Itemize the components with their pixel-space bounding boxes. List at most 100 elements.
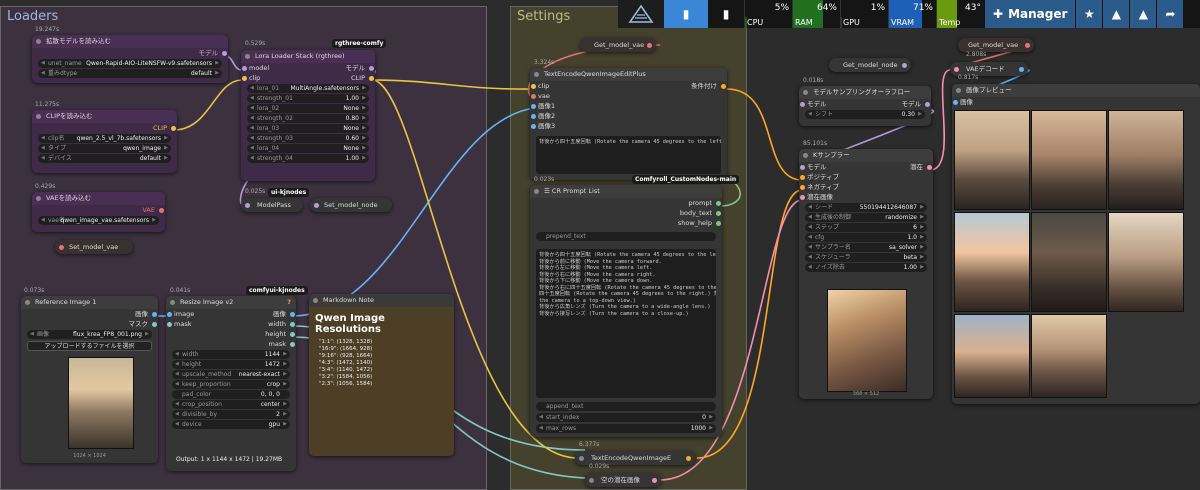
preview-header[interactable]: 画像プレビュー — [952, 84, 1200, 97]
get-model-node[interactable]: Get_model_node — [829, 58, 911, 72]
preview-thumb-2[interactable] — [1031, 110, 1107, 210]
lora-model-in[interactable] — [242, 66, 247, 71]
unet-name-widget[interactable]: ◀ unet_name Qwen-Rapid-AIO-LiteNSFW-v9.saf… — [38, 59, 222, 68]
height-widget[interactable]: ◀ height 1472 ▶ — [172, 360, 290, 369]
get-model-vae-node[interactable]: Get_model_vae — [580, 38, 656, 52]
tenc-header[interactable]: TextEncodeQwenImageEditPlus — [530, 68, 727, 81]
text-encode-node[interactable]: TextEncodeQwenImageEditPlus clip 条件付け vae… — [530, 68, 727, 180]
help-icon[interactable]: ? — [287, 296, 291, 309]
strength-01-widget[interactable]: ◀ strength_01 1.00 ▶ — [247, 94, 369, 103]
preview-thumb-3[interactable] — [1108, 110, 1184, 210]
lora-01-widget[interactable]: ◀ lora_01 MultiAngle.safetensors ▶ — [247, 84, 369, 93]
forward-button[interactable]: ➦ — [1156, 0, 1184, 28]
strength-03-widget[interactable]: ◀ strength_03 0.60 ▶ — [247, 134, 369, 143]
modelpass-node[interactable]: ModelPass — [241, 198, 303, 212]
keep-proportion-widget[interactable]: ◀ keep_proportion crop ▶ — [172, 380, 290, 389]
preview-thumb-5[interactable] — [1031, 212, 1107, 312]
lora-04-widget[interactable]: ◀ lora_04 None ▶ — [247, 144, 369, 153]
crop-position-widget[interactable]: ◀ crop_position center ▶ — [172, 400, 290, 409]
width-widget[interactable]: ◀ width 1144 ▶ — [172, 350, 290, 359]
image-preview-node[interactable]: 画像プレビュー 画像 — [952, 84, 1200, 404]
vae-output-socket[interactable] — [159, 208, 164, 213]
lora-stack-node[interactable]: Lora Loader Stack (rgthree) model モデル cli… — [241, 50, 375, 181]
sampling-header[interactable]: モデルサンプリングオーラフロー — [799, 86, 931, 99]
prompt-out[interactable] — [716, 201, 721, 206]
lora-03-widget[interactable]: ◀ lora_03 None ▶ — [247, 124, 369, 133]
scheduler-widget[interactable]: ◀ スケジューラ beta ▶ — [805, 253, 927, 262]
unet-output-socket[interactable] — [222, 51, 227, 56]
steps-widget[interactable]: ◀ ステップ 6 ▶ — [805, 223, 927, 232]
strength-04-widget[interactable]: ◀ strength_04 1.00 ▶ — [247, 154, 369, 163]
empty-latent-node[interactable]: 空の潜在画像 — [585, 473, 661, 487]
refimg-mask-out[interactable] — [152, 322, 157, 327]
preview-thumb-1[interactable] — [954, 110, 1030, 210]
unet-header[interactable]: 拡散モデルを読み込む — [32, 35, 228, 48]
prepend-text-field[interactable]: prepend_text — [536, 232, 716, 241]
reference-image-node[interactable]: Reference Image 1 画像 マスク ◀ 画像 flux_krea_FP… — [21, 296, 158, 463]
shift-widget[interactable]: ◀ シフト 0.30 ▶ — [805, 110, 925, 119]
get-model-vae-2-node[interactable]: Get_model_vae — [958, 38, 1034, 52]
vae-name-widget[interactable]: ◀ vae名 qwen_image_vae.safetensors ▶ — [38, 216, 159, 225]
cfg-widget[interactable]: ◀ cfg 1.0 ▶ — [805, 233, 927, 242]
preview-thumb-6[interactable] — [1108, 212, 1184, 312]
start-index-widget[interactable]: ◀ start_index 0 ▶ — [536, 413, 716, 422]
strength-02-widget[interactable]: ◀ strength_02 0.80 ▶ — [247, 114, 369, 123]
device-widget[interactable]: ◀ device gpu ▶ — [172, 420, 290, 429]
preview-thumb-8[interactable] — [1031, 314, 1107, 398]
queue-button[interactable]: ▮ — [664, 0, 708, 28]
tenc-out[interactable] — [721, 84, 726, 89]
refimg-file-widget[interactable]: ◀ 画像 flux_krea_FP8_001.png ▶ — [27, 330, 152, 339]
clip-header[interactable]: CLIPを読み込む — [32, 110, 177, 123]
markdown-header[interactable]: Markdown Note — [309, 294, 454, 307]
resize-image-node[interactable]: Resize Image v2? image 画像 mask width heigh… — [166, 296, 296, 471]
markdown-note-node[interactable]: Markdown Note Qwen Image Resolutions "1:… — [309, 294, 454, 456]
logo-icon[interactable] — [618, 0, 664, 28]
append-text-field[interactable]: append_text — [536, 402, 716, 411]
star-button[interactable]: ★ — [1075, 0, 1103, 28]
lora-model-out[interactable] — [369, 66, 374, 71]
unet-loader-node[interactable]: 拡散モデルを読み込む モデル ◀ unet_name Qwen-Rapid-AIO-… — [32, 35, 228, 83]
set-model-node[interactable]: Set_model_node — [310, 198, 392, 212]
share-alt-button[interactable]: ▲ — [1129, 0, 1157, 28]
max-rows-widget[interactable]: ◀ max_rows 1000 ▶ — [536, 424, 716, 433]
upscale-method-widget[interactable]: ◀ upscale_method nearest-exact ▶ — [172, 370, 290, 379]
clip-loader-node[interactable]: CLIPを読み込む CLIP ◀ clip名 qwen_2.5_vl_7b.safe… — [32, 110, 177, 173]
clip-device-widget[interactable]: ◀ デバイス default ▶ — [38, 154, 171, 163]
upload-button[interactable]: アップロードするファイルを選択 — [27, 341, 152, 351]
seed-widget[interactable]: ◀ シード 550194412646087 ▶ — [805, 203, 927, 212]
refimg-image-out[interactable] — [152, 312, 157, 317]
collapse-dot[interactable] — [36, 39, 41, 44]
ksampler-node[interactable]: Kサンプラー モデル 潜在 ポジティブ ネガティブ 潜在画像 ◀ シード 550194… — [799, 149, 933, 399]
pad-color-widget[interactable]: pad_color 0, 0, 0 — [172, 390, 290, 399]
crprompt-header[interactable]: ☰ CR Prompt List — [530, 185, 722, 198]
preview-thumb-4[interactable] — [954, 212, 1030, 312]
bookmark-button[interactable]: ▮ — [708, 0, 744, 28]
vae-header[interactable]: VAEを読み込む — [32, 192, 165, 205]
vae-loader-node[interactable]: VAEを読み込む VAE ◀ vae名 qwen_image_vae.safeten… — [32, 192, 165, 232]
model-sampling-node[interactable]: モデルサンプリングオーラフロー モデル モデル ◀ シフト 0.30 ▶ — [799, 86, 931, 126]
res-line: "9:16": (928, 1664) — [319, 353, 373, 359]
lora-clip-out[interactable] — [369, 76, 374, 81]
divisible-by-widget[interactable]: ◀ divisible_by 2 ▶ — [172, 410, 290, 419]
share-button[interactable]: ▲ — [1102, 0, 1130, 28]
resize-header[interactable]: Resize Image v2? — [166, 296, 296, 309]
lora-header[interactable]: Lora Loader Stack (rgthree) — [241, 50, 375, 63]
cr-prompt-list-node[interactable]: ☰ CR Prompt List prompt body_text show_h… — [530, 185, 722, 437]
sampler-widget[interactable]: ◀ サンプラー名 sa_solver ▶ — [805, 243, 927, 252]
ksampler-header[interactable]: Kサンプラー — [799, 149, 933, 162]
clip-name-widget[interactable]: ◀ clip名 qwen_2.5_vl_7b.safetensors ▶ — [38, 134, 171, 143]
denoise-widget[interactable]: ◀ ノイズ除去 1.00 ▶ — [805, 263, 927, 272]
control-widget[interactable]: ◀ 生成後の制御 randomize ▶ — [805, 213, 927, 222]
prompt-list-text[interactable]: 背後から四十五度回転 (Rotate the camera 45 degrees… — [536, 249, 716, 398]
manager-button[interactable]: ✚ Manager — [984, 0, 1076, 28]
set-model-vae-node[interactable]: Set_model_vae — [55, 240, 133, 254]
lora-clip-in[interactable] — [242, 76, 247, 81]
tenc-prompt-text[interactable]: 背後から四十五度回転 (Rotate the camera 45 degrees… — [536, 136, 721, 174]
clip-type-widget[interactable]: ◀ タイプ qwen_image ▶ — [38, 144, 171, 153]
unet-dtype-widget[interactable]: ◀ 重みdtype default ▶ — [38, 69, 222, 78]
lora-02-widget[interactable]: ◀ lora_02 None ▶ — [247, 104, 369, 113]
refimg-header[interactable]: Reference Image 1 — [21, 296, 158, 309]
preview-thumb-7[interactable] — [954, 314, 1030, 398]
clip-output-socket[interactable] — [171, 126, 176, 131]
node-canvas[interactable]: Loaders Settings 19.247s 拡散モデルを読み込む モデル … — [0, 0, 1200, 490]
